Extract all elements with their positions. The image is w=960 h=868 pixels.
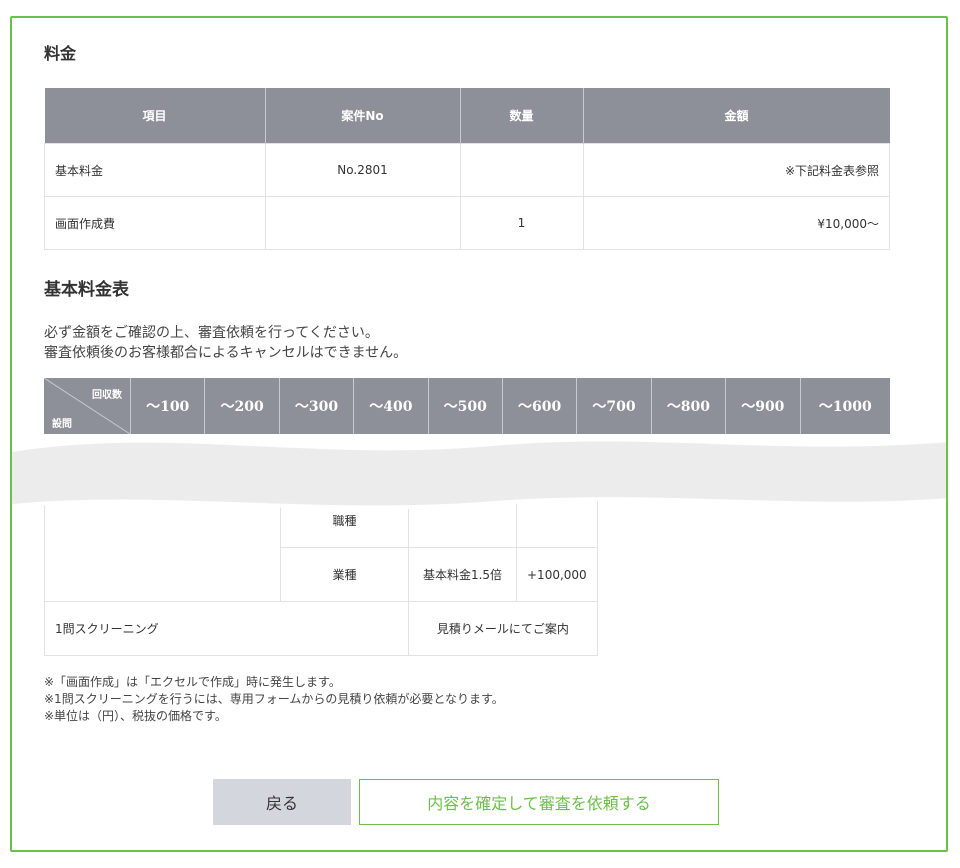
cell-sub: 業種: [280, 547, 409, 602]
col-header-item: 項目: [44, 88, 266, 144]
cell-case-no: [264, 196, 461, 250]
confirm-request-review-button[interactable]: 内容を確定して審査を依頼する: [359, 779, 719, 825]
table-row: 1問スクリーニング 見積りメールにてご案内: [44, 601, 598, 656]
truncation-wave: [12, 437, 946, 510]
header-responses-label: 回収数: [92, 390, 122, 401]
footnote-line: ※1問スクリーニングを行うには、専用フォームからの見積り依頼が必要となります。: [44, 692, 504, 706]
cell-amount: ※下記料金表参照: [582, 143, 890, 197]
footnote-line: ※単位は（円）、税抜の価格です。: [44, 709, 227, 723]
table-row: 画面作成費 1 ¥10,000～: [44, 196, 890, 250]
cell-quantity: 1: [459, 196, 584, 250]
col-header-quantity: 数量: [460, 88, 584, 144]
basic-fee-title: 基本料金表: [44, 280, 129, 300]
back-button[interactable]: 戻る: [213, 779, 351, 825]
cell-amount: ¥10,000～: [582, 196, 890, 250]
table-row: 基本料金 No.2801 ※下記料金表参照: [44, 143, 890, 197]
cell-label: 1問スクリーニング: [44, 601, 409, 656]
col-header-case-no: 案件No: [265, 88, 461, 144]
cell-case-no: No.2801: [264, 143, 461, 197]
footnote-line: ※「画面作成」は「エクセルで作成」時に発生します。: [44, 675, 341, 689]
cell-value: +100,000: [516, 547, 598, 602]
fee-table: 項目 案件No 数量 金額 基本料金 No.2801 ※下記料金表参照 画面作成…: [44, 88, 890, 250]
col-header-amount: 金額: [583, 88, 890, 144]
main-panel: 料金 項目 案件No 数量 金額 基本料金 No.2801 ※下記料金表参照 画…: [10, 16, 948, 852]
fee-section-title: 料金: [44, 44, 77, 63]
note-line: 必ず金額をご確認の上、審査依頼を行ってください。: [44, 325, 379, 341]
cell-item: 画面作成費: [44, 196, 266, 250]
footnotes: ※「画面作成」は「エクセルで作成」時に発生します。 ※1問スクリーニングを行うに…: [44, 674, 504, 725]
cell-value: 見積りメールにてご案内: [408, 601, 598, 656]
cell-quantity: [459, 143, 584, 197]
cell-item: 基本料金: [44, 143, 266, 197]
note-line: 審査依頼後のお客様都合によるキャンセルはできません。: [44, 345, 408, 361]
cell-value: 基本料金1.5倍: [408, 547, 517, 602]
fee-table-header: 項目 案件No 数量 金額: [44, 88, 890, 144]
additional-fee-table: 職種 業種 基本料金1.5倍 +100,000 1問スクリーニング 見積りメール…: [44, 493, 598, 656]
basic-fee-notes: 必ず金額をご確認の上、審査依頼を行ってください。 審査依頼後のお客様都合によるキ…: [44, 323, 407, 363]
